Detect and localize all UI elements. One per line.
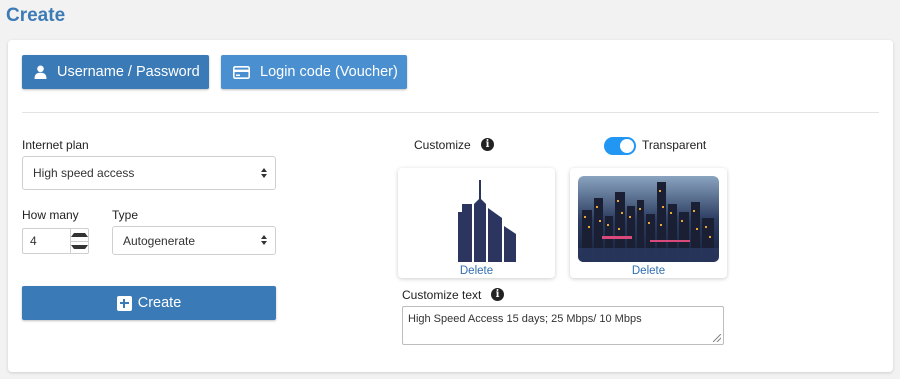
internet-plan-select[interactable]: High speed access: [22, 156, 276, 190]
resize-grip-icon[interactable]: [713, 334, 721, 342]
divider: [22, 112, 879, 113]
customize-info-icon[interactable]: i: [481, 138, 494, 151]
customize-text-label: Customize text: [402, 288, 482, 302]
transparent-label: Transparent: [642, 138, 707, 152]
how-many-label: How many: [22, 208, 79, 222]
customize-text-area[interactable]: High Speed Access 15 days; 25 Mbps/ 10 M…: [402, 306, 724, 345]
logo-delete-link[interactable]: Delete: [398, 265, 555, 277]
how-many-value: 4: [30, 234, 37, 248]
type-value: Autogenerate: [123, 233, 196, 248]
customize-text-info-icon[interactable]: i: [491, 288, 504, 301]
city-skyline-image: [578, 176, 719, 262]
credit-card-icon: [233, 65, 250, 79]
toggle-knob: [620, 139, 634, 153]
background-image-card: Delete: [570, 168, 727, 278]
how-many-stepper[interactable]: 4: [22, 228, 89, 254]
login-code-voucher-tab-label: Login code (Voucher): [260, 64, 398, 80]
increment-button[interactable]: [71, 229, 88, 241]
login-code-voucher-tab[interactable]: Login code (Voucher): [221, 55, 407, 89]
transparent-toggle[interactable]: [604, 137, 636, 155]
chevron-up-icon: [71, 232, 88, 237]
background-delete-link[interactable]: Delete: [570, 265, 727, 277]
username-password-tab[interactable]: Username / Password: [22, 55, 209, 89]
chevron-down-icon: [71, 245, 88, 250]
create-card: Username / Password Login code (Voucher)…: [8, 40, 893, 372]
logo-image-card: Delete: [398, 168, 555, 278]
page-title: Create: [6, 5, 66, 26]
building-logo-image: [458, 180, 516, 262]
decrement-button[interactable]: [71, 240, 88, 254]
create-button[interactable]: Create: [22, 286, 276, 320]
plus-square-icon: [116, 295, 132, 311]
internet-plan-label: Internet plan: [22, 138, 89, 152]
username-password-tab-label: Username / Password: [57, 64, 200, 80]
internet-plan-value: High speed access: [33, 166, 135, 180]
user-icon: [34, 65, 47, 79]
type-select[interactable]: Autogenerate: [112, 226, 276, 255]
create-button-label: Create: [137, 295, 182, 311]
select-arrows-icon: [261, 168, 267, 178]
customize-label: Customize: [414, 138, 471, 152]
customize-text-value: High Speed Access 15 days; 25 Mbps/ 10 M…: [408, 313, 642, 325]
select-arrows-icon: [261, 235, 267, 245]
type-label: Type: [112, 208, 139, 222]
